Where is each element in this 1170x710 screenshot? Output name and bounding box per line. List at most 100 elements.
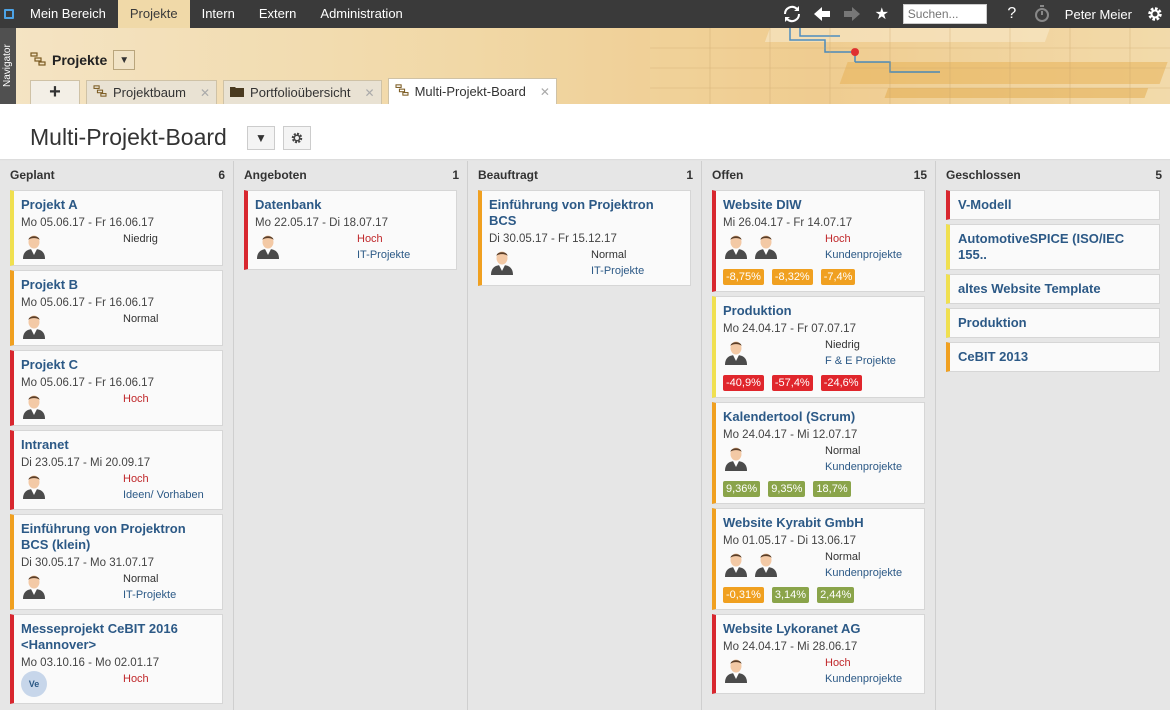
tab-bar: + Projektbaum ✕ Portfolioübersicht ✕ Mul…	[30, 78, 557, 104]
card-priority: Normal	[591, 249, 627, 261]
card-priority: Niedrig	[825, 339, 860, 351]
nav-administration[interactable]: Administration	[308, 0, 414, 28]
card-title[interactable]: Produktion	[958, 315, 1151, 331]
tab-portfolio[interactable]: Portfolioübersicht ✕	[223, 80, 382, 104]
project-card[interactable]: Website DIW Mi 26.04.17 - Fr 14.07.17 Hoch…	[712, 190, 925, 292]
project-card[interactable]: Datenbank Mo 22.05.17 - Di 18.07.17 Hoch IT…	[244, 190, 457, 270]
app-icon[interactable]	[0, 0, 18, 28]
project-card[interactable]: Produktion Mo 24.04.17 - Fr 07.07.17 Niedr…	[712, 296, 925, 398]
avatar[interactable]	[255, 231, 281, 259]
avatar[interactable]	[723, 231, 749, 259]
avatar[interactable]	[21, 571, 47, 599]
navigator-toggle[interactable]: Navigator	[0, 28, 16, 104]
card-title[interactable]: Website DIW	[723, 197, 916, 213]
back-arrow-icon[interactable]	[807, 0, 837, 28]
card-title[interactable]: Projekt A	[21, 197, 214, 213]
card-priority: Hoch	[123, 473, 149, 485]
card-title[interactable]: CeBIT 2013	[958, 349, 1151, 365]
deviation-badge: -0,31%	[723, 587, 764, 603]
nav-extern[interactable]: Extern	[247, 0, 309, 28]
card-details: Hoch	[21, 391, 214, 419]
card-title[interactable]: Projekt C	[21, 357, 214, 373]
card-details: Hoch Kundenprojekte	[723, 655, 916, 687]
card-title[interactable]: Intranet	[21, 437, 214, 453]
project-card[interactable]: Einführung von Projektron BCS (klein) Di …	[10, 514, 223, 610]
close-icon[interactable]: ✕	[200, 86, 210, 100]
card-avatars	[21, 571, 123, 603]
avatar[interactable]	[21, 231, 47, 259]
forward-arrow-icon[interactable]	[837, 0, 867, 28]
project-card[interactable]: V-Modell	[946, 190, 1160, 220]
card-title[interactable]: Produktion	[723, 303, 916, 319]
project-card[interactable]: CeBIT 2013	[946, 342, 1160, 372]
deviation-badge: -7,4%	[820, 269, 856, 285]
project-card[interactable]: AutomotiveSPICE (ISO/IEC 155..	[946, 224, 1160, 270]
help-icon[interactable]: ?	[997, 0, 1027, 28]
column-header: Angeboten 1	[234, 161, 467, 188]
card-title[interactable]: Datenbank	[255, 197, 448, 213]
avatar[interactable]	[723, 337, 749, 365]
project-dropdown-button[interactable]: ▼	[113, 50, 136, 70]
card-title[interactable]: altes Website Template	[958, 281, 1151, 297]
project-card[interactable]: Einführung von Projektron BCS Di 30.05.17…	[478, 190, 691, 286]
project-card[interactable]: Website Kyrabit GmbH Mo 01.05.17 - Di 13.…	[712, 508, 925, 610]
avatar[interactable]	[21, 471, 47, 499]
nav-projekte[interactable]: Projekte	[117, 0, 190, 28]
nav-mein-bereich[interactable]: Mein Bereich	[18, 0, 118, 28]
avatar[interactable]	[753, 549, 779, 577]
card-list: Einführung von Projektron BCS Di 30.05.17…	[468, 188, 701, 286]
avatar[interactable]	[723, 655, 749, 683]
star-icon[interactable]: ★	[867, 0, 897, 28]
card-category: IT-Projekte	[123, 589, 177, 601]
project-card[interactable]: Projekt C Mo 05.06.17 - Fr 16.06.17 Hoch	[10, 350, 223, 426]
card-title[interactable]: AutomotiveSPICE (ISO/IEC 155..	[958, 231, 1151, 263]
user-name[interactable]: Peter Meier	[1057, 7, 1140, 22]
nav-right-tools: ★ ? Peter Meier	[777, 0, 1170, 28]
project-card[interactable]: Produktion	[946, 308, 1160, 338]
avatar[interactable]	[21, 311, 47, 339]
project-card[interactable]: Messeprojekt CeBIT 2016 <Hannover> Mo 03.…	[10, 614, 223, 704]
card-title[interactable]: Kalendertool (Scrum)	[723, 409, 916, 425]
tab-projektbaum[interactable]: Projektbaum ✕	[86, 80, 218, 104]
card-title[interactable]: Projekt B	[21, 277, 214, 293]
tab-label: Projektbaum	[113, 85, 186, 100]
close-icon[interactable]: ✕	[365, 86, 375, 100]
deviation-badge: 9,36%	[723, 481, 761, 497]
project-card[interactable]: Website Lykoranet AG Mo 24.04.17 - Mi 28.…	[712, 614, 925, 694]
refresh-icon[interactable]	[777, 0, 807, 28]
stopwatch-icon[interactable]	[1027, 0, 1057, 28]
gear-icon[interactable]	[1140, 0, 1170, 28]
board-column: Offen 15 Website DIW Mi 26.04.17 - Fr 14.07…	[702, 161, 936, 710]
card-title[interactable]: Einführung von Projektron BCS (klein)	[21, 521, 214, 553]
avatar[interactable]	[489, 247, 515, 275]
card-title[interactable]: Website Lykoranet AG	[723, 621, 916, 637]
column-title: Angeboten	[244, 167, 307, 182]
board-column: Beauftragt 1 Einführung von Projektron BCS…	[468, 161, 702, 710]
project-card[interactable]: Projekt B Mo 05.06.17 - Fr 16.06.17 Normal	[10, 270, 223, 346]
close-icon[interactable]: ✕	[540, 85, 550, 99]
project-card[interactable]: Intranet Di 23.05.17 - Mi 20.09.17 Hoch Ide…	[10, 430, 223, 510]
nav-intern[interactable]: Intern	[190, 0, 247, 28]
add-tab-button[interactable]: +	[30, 80, 80, 104]
card-meta: Hoch	[123, 391, 149, 419]
card-title[interactable]: Messeprojekt CeBIT 2016 <Hannover>	[21, 621, 214, 653]
project-card[interactable]: Kalendertool (Scrum) Mo 24.04.17 - Mi 12.…	[712, 402, 925, 504]
board-settings-button[interactable]	[283, 126, 311, 150]
avatar[interactable]	[723, 443, 749, 471]
tab-multi-projekt-board[interactable]: Multi-Projekt-Board ✕	[387, 78, 557, 104]
card-title[interactable]: Website Kyrabit GmbH	[723, 515, 916, 531]
project-card[interactable]: altes Website Template	[946, 274, 1160, 304]
project-card[interactable]: Projekt A Mo 05.06.17 - Fr 16.06.17 Niedri…	[10, 190, 223, 266]
card-details: Hoch Kundenprojekte	[723, 231, 916, 263]
card-title[interactable]: V-Modell	[958, 197, 1151, 213]
column-title: Beauftragt	[478, 167, 539, 182]
avatar-initials[interactable]: Ve	[21, 671, 47, 697]
column-count: 15	[913, 167, 927, 182]
card-title[interactable]: Einführung von Projektron BCS	[489, 197, 682, 229]
search-input[interactable]	[902, 4, 987, 24]
view-dropdown-button[interactable]: ▼	[247, 126, 275, 150]
card-details: Niedrig F & E Projekte	[723, 337, 916, 369]
avatar[interactable]	[723, 549, 749, 577]
avatar[interactable]	[21, 391, 47, 419]
avatar[interactable]	[753, 231, 779, 259]
